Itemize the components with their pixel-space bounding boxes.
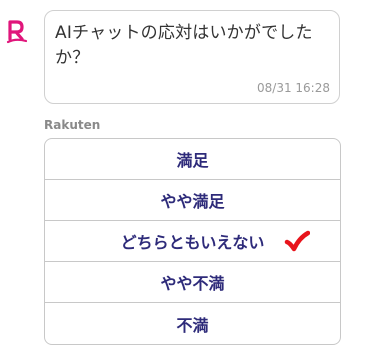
option-satisfied[interactable]: 満足 [45, 139, 340, 180]
option-somewhat-dissatisfied[interactable]: やや不満 [45, 262, 340, 303]
option-label: やや不満 [160, 274, 225, 293]
message-timestamp: 08/31 16:28 [257, 81, 330, 95]
option-somewhat-satisfied[interactable]: やや満足 [45, 180, 340, 221]
option-label: 満足 [176, 151, 209, 170]
rakuten-r-logo-icon [6, 20, 28, 44]
sender-name: Rakuten [44, 118, 101, 132]
option-label: 不満 [176, 315, 209, 335]
option-label: どちらともいえない [120, 233, 265, 252]
satisfaction-options: 満足 やや満足 どちらともいえない やや不満 不満 [44, 138, 341, 345]
option-neutral[interactable]: どちらともいえない [45, 221, 340, 262]
option-dissatisfied[interactable]: 不満 [45, 303, 340, 344]
chat-container: AIチャットの応対はいかがでしたか？ 08/31 16:28 Rakuten 満… [0, 0, 371, 360]
bot-message-bubble: AIチャットの応対はいかがでしたか？ 08/31 16:28 [44, 10, 340, 104]
message-text: AIチャットの応対はいかがでしたか？ [55, 23, 313, 68]
option-label: やや満足 [160, 192, 225, 211]
checkmark-icon [284, 230, 310, 252]
